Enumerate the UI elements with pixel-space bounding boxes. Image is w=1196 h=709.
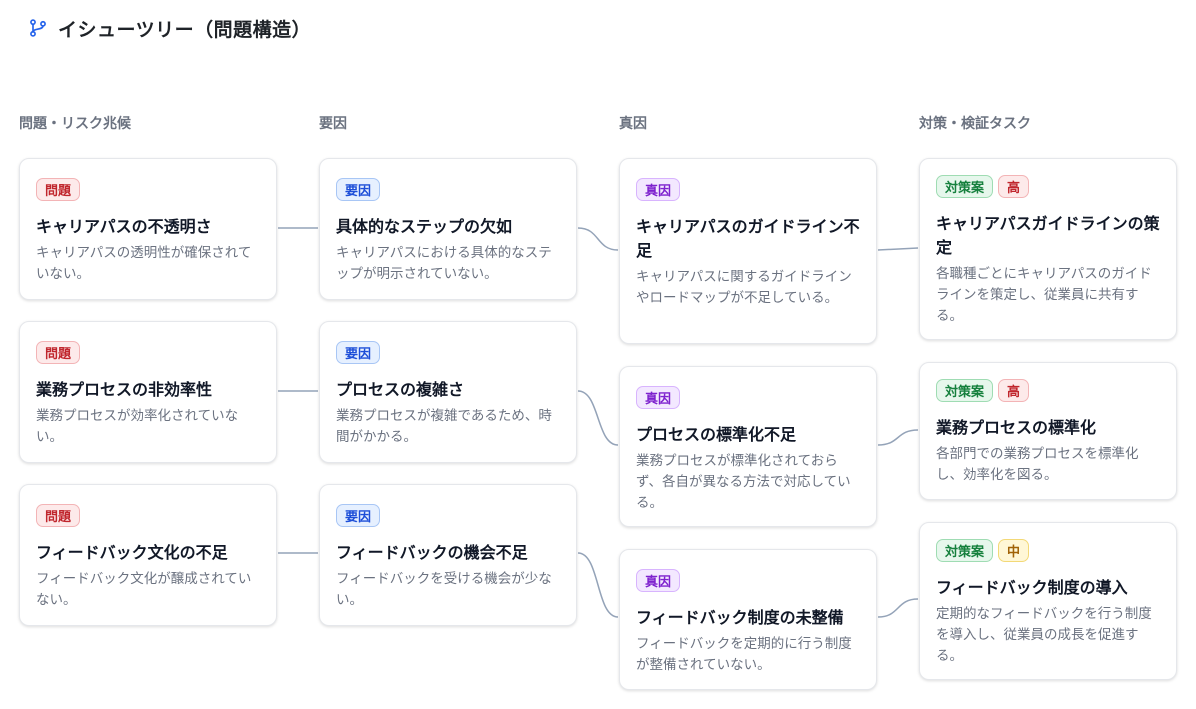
measure-card[interactable]: 対策案 高 業務プロセスの標準化 各部門での業務プロセスを標準化し、効率化を図る… xyxy=(919,362,1177,500)
factor-card[interactable]: 要因 具体的なステップの欠如 キャリアパスにおける具体的なステップが明示されてい… xyxy=(319,158,577,300)
factor-card[interactable]: 要因 プロセスの複雑さ 業務プロセスが複雑であるため、時間がかかる。 xyxy=(319,321,577,463)
priority-badge: 高 xyxy=(998,175,1030,198)
measure-badge: 対策案 xyxy=(936,539,994,562)
card-description: 定期的なフィードバックを行う制度を導入し、従業員の成長を促進する。 xyxy=(936,606,1152,664)
problem-card[interactable]: 問題 フィードバック文化の不足 フィードバック文化が醸成されていない。 xyxy=(19,484,277,626)
card-description: フィードバック文化が醸成されていない。 xyxy=(36,571,252,608)
card-title: 業務プロセスの標準化 xyxy=(936,418,1097,437)
factor-card[interactable]: 要因 フィードバックの機会不足 フィードバックを受ける機会が少ない。 xyxy=(319,484,577,626)
card-title: キャリアパスガイドラインの策定 xyxy=(936,214,1160,257)
measure-badge: 対策案 xyxy=(936,175,994,198)
problem-badge: 問題 xyxy=(36,504,81,527)
measure-card[interactable]: 対策案 高 キャリアパスガイドラインの策定 各職種ごとにキャリアパスのガイドライ… xyxy=(919,158,1177,340)
root-cause-card[interactable]: 真因 プロセスの標準化不足 業務プロセスが標準化されておらず、各自が異なる方法で… xyxy=(619,366,877,527)
card-description: キャリアパスに関するガイドラインやロードマップが不足している。 xyxy=(636,269,852,306)
root-cause-badge: 真因 xyxy=(636,386,681,409)
card-description: キャリアパスにおける具体的なステップが明示されていない。 xyxy=(336,245,552,282)
card-title: フィードバック制度の導入 xyxy=(936,578,1128,597)
card-title: キャリアパスのガイドライン不足 xyxy=(636,217,860,260)
connector-line xyxy=(577,552,619,618)
factor-badge: 要因 xyxy=(336,178,381,201)
problem-card[interactable]: 問題 業務プロセスの非効率性 業務プロセスが効率化されていない。 xyxy=(19,321,277,463)
connector-line xyxy=(877,247,919,251)
card-description: フィードバックを受ける機会が少ない。 xyxy=(336,571,552,608)
root-cause-card[interactable]: 真因 フィードバック制度の未整備 フィードバックを定期的に行う制度が整備されてい… xyxy=(619,549,877,690)
factor-badge: 要因 xyxy=(336,341,381,364)
root-cause-card[interactable]: 真因 キャリアパスのガイドライン不足 キャリアパスに関するガイドラインやロードマ… xyxy=(619,158,877,344)
priority-badge: 高 xyxy=(998,379,1030,402)
card-title: フィードバック制度の未整備 xyxy=(636,608,844,627)
card-description: 業務プロセスが標準化されておらず、各自が異なる方法で対応している。 xyxy=(636,453,851,511)
card-description: キャリアパスの透明性が確保されていない。 xyxy=(36,245,252,282)
card-title: 業務プロセスの非効率性 xyxy=(36,380,213,399)
measure-card[interactable]: 対策案 中 フィードバック制度の導入 定期的なフィードバックを行う制度を導入し、… xyxy=(919,522,1177,680)
connector-line xyxy=(877,429,919,446)
card-title: 具体的なステップの欠如 xyxy=(336,217,513,236)
connector-line xyxy=(577,390,619,446)
card-title: プロセスの複雑さ xyxy=(336,380,465,399)
card-title: フィードバック文化の不足 xyxy=(36,543,228,562)
card-description: 各職種ごとにキャリアパスのガイドラインを策定し、従業員に共有する。 xyxy=(936,266,1152,324)
measure-badge: 対策案 xyxy=(936,379,994,402)
card-description: 業務プロセスが効率化されていない。 xyxy=(36,408,239,445)
root-cause-badge: 真因 xyxy=(636,178,681,201)
problem-badge: 問題 xyxy=(36,341,81,364)
root-cause-badge: 真因 xyxy=(636,569,681,592)
factor-badge: 要因 xyxy=(336,504,381,527)
problem-badge: 問題 xyxy=(36,178,81,201)
card-description: フィードバックを定期的に行う制度が整備されていない。 xyxy=(636,636,852,673)
card-title: フィードバックの機会不足 xyxy=(336,543,528,562)
card-description: 業務プロセスが複雑であるため、時間がかかる。 xyxy=(336,408,552,445)
card-title: キャリアパスの不透明さ xyxy=(36,217,212,236)
priority-badge: 中 xyxy=(998,539,1030,562)
card-description: 各部門での業務プロセスを標準化し、効率化を図る。 xyxy=(936,446,1139,483)
card-title: プロセスの標準化不足 xyxy=(636,425,797,444)
connector-line xyxy=(877,598,919,618)
problem-card[interactable]: 問題 キャリアパスの不透明さ キャリアパスの透明性が確保されていない。 xyxy=(19,158,277,300)
connector-line xyxy=(577,227,619,251)
